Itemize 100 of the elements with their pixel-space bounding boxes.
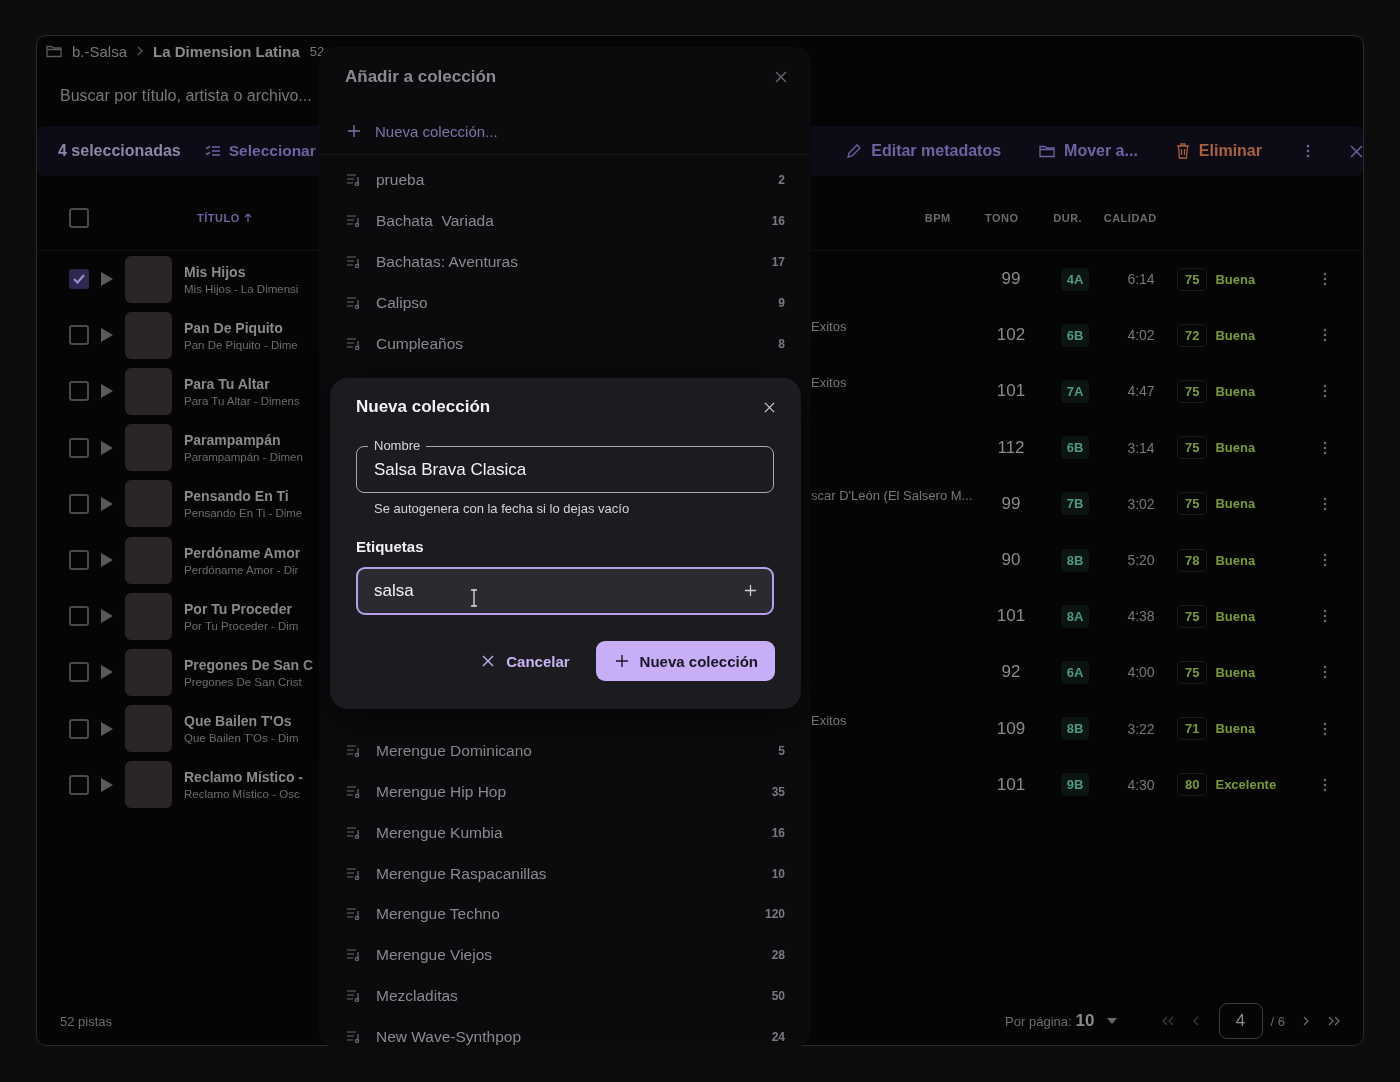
collection-item[interactable]: Merengue Techno 120 — [319, 893, 811, 935]
column-header[interactable]: TÍTULO — [197, 212, 252, 224]
quality-label: Buena — [1215, 608, 1256, 624]
collection-item[interactable]: Merengue Viejos 28 — [319, 934, 811, 976]
collection-item[interactable]: Merengue Dominicano 5 — [319, 730, 811, 772]
column-header[interactable]: CALIDAD — [1103, 212, 1157, 224]
track-title: Pan De Piquito — [184, 319, 284, 336]
bpm-cell-text: 102 — [995, 325, 1027, 346]
more-icon[interactable] — [1323, 609, 1327, 624]
checkbox[interactable] — [69, 381, 89, 402]
checkbox[interactable] — [69, 550, 89, 571]
collection-item[interactable]: Merengue Kumbia 16 — [319, 812, 811, 854]
create-collection-button[interactable]: Nueva colección — [595, 641, 775, 681]
more-icon[interactable] — [1323, 272, 1327, 287]
play-icon[interactable] — [101, 721, 113, 736]
checkbox[interactable] — [69, 493, 89, 514]
play-icon[interactable] — [101, 272, 113, 287]
play-icon[interactable] — [101, 777, 113, 792]
column-header[interactable]: TONO — [977, 212, 1026, 224]
tags-field[interactable]: salsa — [356, 567, 774, 615]
key-badge: 8B — [1060, 548, 1090, 572]
track-title: Para Tu Altar — [184, 375, 271, 392]
play-icon[interactable] — [101, 665, 113, 680]
checkbox[interactable] — [69, 437, 89, 458]
play-icon[interactable] — [101, 553, 113, 568]
column-header[interactable]: BPM — [909, 212, 966, 224]
collection-item[interactable]: Mezcladitas 50 — [319, 975, 811, 1017]
per-page-dropdown[interactable]: 10 — [1075, 1011, 1117, 1031]
collection-count: 28 — [771, 948, 785, 963]
bpm-cell-text: 99 — [1000, 493, 1022, 514]
collection-count: 5 — [778, 744, 785, 759]
breadcrumb-current: La Dimension Latina — [153, 42, 300, 60]
breadcrumb-link[interactable]: b.-Salsa — [72, 42, 128, 60]
album-cover-placeholder — [125, 592, 172, 640]
score-badge: 80 — [1177, 773, 1208, 797]
more-icon[interactable] — [1323, 553, 1327, 568]
more-icon[interactable] — [1323, 384, 1327, 399]
play-icon[interactable] — [101, 609, 113, 624]
collection-count: 24 — [771, 1029, 785, 1044]
edit-button[interactable]: Editar metadatos — [846, 142, 1002, 160]
collection-item[interactable]: Bachatas: Aventuras 17 — [319, 241, 811, 283]
checkbox[interactable] — [69, 325, 89, 346]
key-badge: 8B — [1060, 717, 1090, 741]
more-icon[interactable] — [1323, 665, 1327, 680]
score-badge: 75 — [1177, 492, 1208, 516]
collection-item[interactable]: Merengue Hip Hop 35 — [319, 771, 811, 813]
field-label: Nombre — [368, 438, 427, 453]
select-button[interactable]: Seleccionar — [204, 142, 316, 160]
collection-item[interactable]: Bachata Variada 16 — [319, 200, 811, 242]
helper-text: Se autogenera con la fecha si lo dejas vacío — [374, 501, 631, 516]
duration-cell-text: 4:47 — [1126, 383, 1156, 400]
more-icon[interactable] — [1323, 440, 1327, 455]
page-input[interactable]: 4 — [1218, 1003, 1263, 1039]
bpm-cell-text: 101 — [995, 381, 1027, 402]
x-icon[interactable] — [482, 655, 495, 667]
album-cover-placeholder — [125, 311, 172, 359]
folder-icon — [1039, 144, 1056, 158]
more-icon[interactable] — [1323, 721, 1327, 736]
track-subtitle: Pan De Piquito - Dime — [184, 338, 299, 351]
next-page-icon[interactable] — [1303, 1016, 1309, 1026]
play-icon[interactable] — [101, 440, 113, 455]
more-icon[interactable] — [1323, 496, 1327, 511]
select-all-checkbox[interactable] — [69, 208, 89, 228]
previous-page-icon[interactable] — [1192, 1016, 1199, 1026]
more-icon[interactable] — [1323, 777, 1327, 792]
duration-cell-text: 3:14 — [1126, 439, 1156, 456]
checkbox[interactable] — [69, 269, 89, 290]
playlist-icon — [346, 785, 362, 798]
more-icon[interactable] — [1323, 328, 1327, 343]
delete-button[interactable]: Eliminar — [1175, 142, 1262, 160]
move-button[interactable]: Mover a... — [1039, 142, 1138, 160]
first-page-icon[interactable] — [1160, 1016, 1175, 1026]
checkbox[interactable] — [69, 662, 89, 683]
collection-item[interactable]: prueba 2 — [319, 160, 811, 201]
key-badge: 6B — [1060, 436, 1090, 460]
column-header[interactable]: DUR. — [1041, 212, 1094, 224]
collection-item[interactable]: New Wave-Synthpop 24 — [319, 1016, 811, 1058]
collection-item[interactable]: Cumpleaños 8 — [319, 323, 811, 364]
play-icon[interactable] — [101, 384, 113, 399]
collection-item[interactable]: Merengue Raspacanillas 10 — [319, 853, 811, 894]
checkbox[interactable] — [69, 774, 89, 795]
last-page-icon[interactable] — [1327, 1016, 1341, 1026]
checkbox[interactable] — [69, 606, 89, 627]
collection-item[interactable]: Calipso 9 — [319, 282, 811, 324]
score-badge: 75 — [1177, 379, 1208, 403]
cancel-button[interactable]: Cancelar — [482, 652, 570, 670]
quality-label: Buena — [1215, 552, 1256, 568]
track-subtitle: Reclamo Místico - Osc — [184, 788, 301, 801]
play-icon[interactable] — [101, 496, 113, 511]
score-badge: 75 — [1177, 267, 1208, 291]
album-text: scar D'León (El Salsero M... — [811, 487, 973, 503]
new-collection-button[interactable]: Nueva colección... — [347, 111, 498, 151]
checkbox[interactable] — [69, 718, 89, 739]
key-badge: 4A — [1060, 267, 1090, 291]
quality-label: Buena — [1215, 496, 1256, 512]
more-icon[interactable] — [1306, 144, 1310, 158]
play-icon[interactable] — [101, 328, 113, 343]
playlist-icon — [346, 908, 362, 921]
track-title: Pensando En Ti — [184, 488, 290, 505]
track-subtitle: Por Tu Proceder - Dim — [184, 619, 300, 632]
